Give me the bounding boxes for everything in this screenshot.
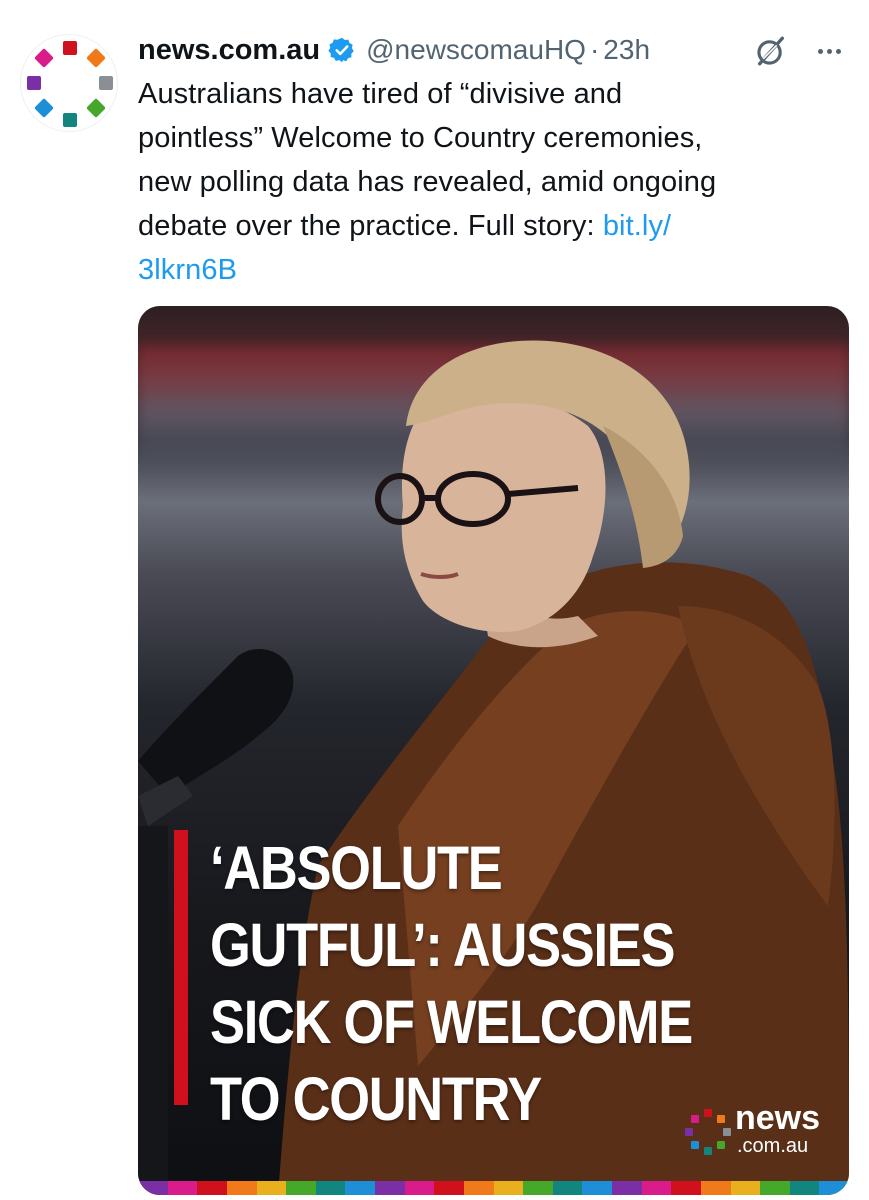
- tweet-image[interactable]: ‘ABSOLUTE GUTFUL’: AUSSIES SICK OF WELCO…: [138, 306, 849, 1195]
- image-headline: ‘ABSOLUTE GUTFUL’: AUSSIES SICK OF WELCO…: [210, 830, 743, 1138]
- color-stripe: [138, 1181, 849, 1195]
- display-name[interactable]: news.com.au: [138, 34, 320, 67]
- avatar-dot: [86, 48, 106, 68]
- headline-line: TO COUNTRY: [210, 1065, 542, 1133]
- newscomau-logo: news .com.au: [685, 1099, 835, 1159]
- avatar[interactable]: [20, 34, 118, 132]
- story-link[interactable]: bit.ly/: [603, 210, 671, 242]
- separator: ·: [589, 34, 600, 65]
- avatar-dot: [34, 48, 54, 68]
- tweet-text-line: pointless” Welcome to Country ceremonies…: [138, 122, 703, 154]
- avatar-dot: [86, 98, 106, 118]
- tweet-text: Australians have tired of “divisive and …: [138, 72, 838, 292]
- logo-dots-icon: [685, 1109, 731, 1155]
- logo-subtext: .com.au: [737, 1135, 809, 1157]
- headline-accent-bar: [174, 830, 188, 1105]
- tweet-text-line: new polling data has revealed, amid ongo…: [138, 166, 717, 198]
- headline-line: SICK OF WELCOME: [210, 988, 693, 1056]
- more-dots-icon[interactable]: [814, 36, 844, 66]
- verified-badge-icon: [328, 37, 354, 63]
- tweet-text-line: Australians have tired of “divisive and: [138, 78, 623, 110]
- avatar-dot: [63, 41, 77, 55]
- tweet-text-segment: debate over the practice. Full story:: [138, 210, 603, 242]
- avatar-dot: [99, 76, 113, 90]
- headline-line: ‘ABSOLUTE: [210, 834, 503, 902]
- headline-line: GUTFUL’: AUSSIES: [210, 911, 675, 979]
- tweet[interactable]: news.com.au @newscomauHQ · 23h Australia…: [0, 0, 869, 1200]
- tweet-header: news.com.au @newscomauHQ · 23h: [138, 30, 858, 70]
- timestamp[interactable]: 23h: [603, 34, 650, 66]
- avatar-dot: [34, 98, 54, 118]
- avatar-dot: [63, 113, 77, 127]
- logo-wordmark: news: [735, 1099, 821, 1137]
- grok-icon[interactable]: [754, 34, 788, 68]
- story-link-continued[interactable]: 3lkrn6B: [138, 248, 838, 292]
- handle[interactable]: @newscomauHQ: [366, 34, 586, 66]
- tweet-text-line: debate over the practice. Full story: bi…: [138, 204, 838, 248]
- avatar-dot: [27, 76, 41, 90]
